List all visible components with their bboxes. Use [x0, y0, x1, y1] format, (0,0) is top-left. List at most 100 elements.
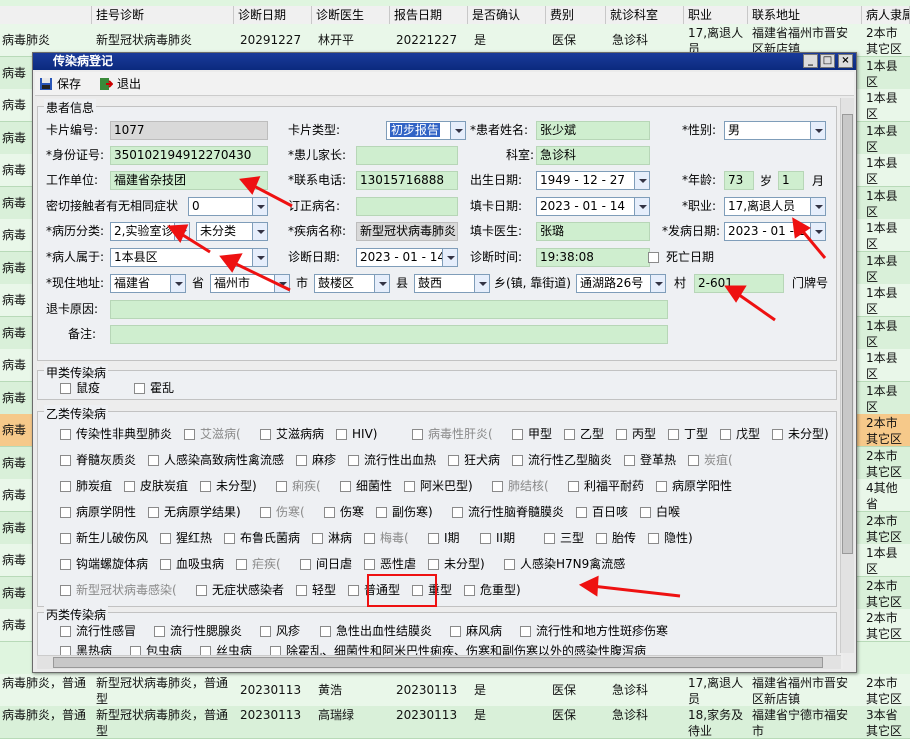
disease-checkbox[interactable] — [364, 559, 375, 570]
disease-checkbox[interactable] — [160, 533, 171, 544]
disease-checkbox[interactable] — [412, 429, 423, 440]
disease-checkbox[interactable] — [480, 533, 491, 544]
disease-checkbox[interactable] — [348, 455, 359, 466]
disease-checkbox[interactable] — [564, 429, 575, 440]
disease-checkbox[interactable] — [648, 533, 659, 544]
plague-checkbox[interactable] — [60, 383, 71, 394]
diag-time-field[interactable]: 19:38:08 — [536, 248, 650, 267]
diag-date-picker[interactable]: 2023 - 01 - 14 — [356, 248, 458, 267]
disease-checkbox[interactable] — [196, 585, 207, 596]
disease-checkbox[interactable] — [312, 533, 323, 544]
phone-field[interactable]: 13015716888 — [356, 171, 458, 190]
maximize-button[interactable]: □ — [820, 54, 835, 68]
grid-header-diag[interactable]: 挂号诊断 — [92, 6, 234, 24]
horizontal-scrollbar[interactable] — [37, 655, 841, 669]
grid-header-report[interactable]: 报告日期 — [390, 6, 468, 24]
disease-checkbox[interactable] — [668, 429, 679, 440]
disease-checkbox[interactable] — [336, 429, 347, 440]
sex-select[interactable]: 男 — [724, 121, 826, 140]
table-row[interactable]: 病毒肺炎，普通 新型冠状病毒肺炎，普通型 20230113 高瑞绿 202301… — [0, 706, 910, 739]
disease-checkbox[interactable] — [148, 455, 159, 466]
disease-checkbox[interactable] — [624, 455, 635, 466]
disease-checkbox[interactable] — [576, 507, 587, 518]
table-row[interactable]: 病毒肺炎，普通 新型冠状病毒肺炎，普通型 20230113 黄浩 2023011… — [0, 674, 910, 707]
disease-checkbox[interactable] — [200, 481, 211, 492]
case-class2-select[interactable]: 未分类 — [196, 222, 268, 241]
close-button[interactable]: × — [838, 54, 853, 68]
disease-checkbox[interactable] — [60, 585, 71, 596]
disease-checkbox[interactable] — [450, 626, 461, 637]
cholera-checkbox[interactable] — [134, 383, 145, 394]
disease-checkbox[interactable] — [504, 559, 515, 570]
disease-checkbox[interactable] — [60, 429, 71, 440]
exit-button[interactable]: 退出 — [97, 75, 141, 93]
disease-checkbox[interactable] — [320, 626, 331, 637]
age-months-field[interactable]: 1 — [778, 171, 804, 190]
disease-checkbox[interactable] — [60, 481, 71, 492]
disease-checkbox[interactable] — [720, 429, 731, 440]
disease-checkbox[interactable] — [60, 559, 71, 570]
grid-header-date[interactable]: 诊断日期 — [234, 6, 312, 24]
disease-checkbox[interactable] — [412, 585, 423, 596]
disease-checkbox[interactable] — [656, 481, 667, 492]
grid-header-doctor[interactable]: 诊断医生 — [312, 6, 390, 24]
disease-checkbox[interactable] — [260, 626, 271, 637]
village-select[interactable]: 通湖路26号 — [576, 274, 666, 293]
job-select[interactable]: 17,离退人员 — [724, 197, 826, 216]
disease-checkbox[interactable] — [452, 507, 463, 518]
vertical-scrollbar[interactable] — [840, 98, 854, 653]
disease-checkbox[interactable] — [520, 626, 531, 637]
disease-checkbox[interactable] — [616, 429, 627, 440]
disease-checkbox[interactable] — [348, 585, 359, 596]
disease-checkbox[interactable] — [148, 507, 159, 518]
onset-date-picker[interactable]: 2023 - 01 - 1 — [724, 222, 826, 241]
city-select[interactable]: 福州市 — [210, 274, 290, 293]
disease-checkbox[interactable] — [154, 626, 165, 637]
birth-date-picker[interactable]: 1949 - 12 - 27 — [536, 171, 650, 190]
work-field[interactable]: 福建省杂技团 — [110, 171, 268, 190]
disease-checkbox[interactable] — [772, 429, 783, 440]
scroll-thumb[interactable] — [842, 114, 853, 554]
dialog-titlebar[interactable]: 传染病登记 _ □ × — [33, 53, 856, 70]
scroll-thumb-h[interactable] — [53, 657, 823, 668]
disease-checkbox[interactable] — [364, 533, 375, 544]
disease-checkbox[interactable] — [184, 429, 195, 440]
disease-checkbox[interactable] — [324, 507, 335, 518]
disease-checkbox[interactable] — [60, 507, 71, 518]
case-class-select[interactable]: 2,实验室诊 — [110, 222, 190, 241]
disease-checkbox[interactable] — [296, 455, 307, 466]
grid-header-fee[interactable]: 费别 — [546, 6, 606, 24]
district-select[interactable]: 鼓楼区 — [314, 274, 390, 293]
disease-checkbox[interactable] — [260, 507, 271, 518]
grid-header-confirm[interactable]: 是否确认 — [468, 6, 546, 24]
disease-checkbox[interactable] — [544, 533, 555, 544]
disease-checkbox[interactable] — [464, 585, 475, 596]
disease-checkbox[interactable] — [492, 481, 503, 492]
disease-checkbox[interactable] — [296, 585, 307, 596]
contact-select[interactable]: 0 — [188, 197, 268, 216]
disease-checkbox[interactable] — [428, 533, 439, 544]
disease-checkbox[interactable] — [404, 481, 415, 492]
grid-header-belong[interactable]: 病人隶属 — [862, 6, 910, 24]
disease-checkbox[interactable] — [236, 559, 247, 570]
disease-checkbox[interactable] — [60, 455, 71, 466]
grid-header-dept[interactable]: 就诊科室 — [606, 6, 684, 24]
disease-checkbox[interactable] — [124, 481, 135, 492]
dept-field[interactable]: 急诊科 — [536, 146, 650, 165]
grid-header-job[interactable]: 职业 — [684, 6, 748, 24]
disease-checkbox[interactable] — [260, 429, 271, 440]
disease-checkbox[interactable] — [60, 626, 71, 637]
disease-checkbox[interactable] — [300, 559, 311, 570]
belong-select[interactable]: 1本县区 — [110, 248, 268, 267]
house-field[interactable]: 2-601 — [694, 274, 784, 293]
disease-checkbox[interactable] — [224, 533, 235, 544]
disease-checkbox[interactable] — [160, 559, 171, 570]
disease-checkbox[interactable] — [60, 533, 71, 544]
fill-date-picker[interactable]: 2023 - 01 - 14 — [536, 197, 650, 216]
patient-name-field[interactable]: 张少斌 — [536, 121, 650, 140]
save-button[interactable]: 保存 — [37, 75, 81, 93]
revised-field[interactable] — [356, 197, 458, 216]
disease-checkbox[interactable] — [376, 507, 387, 518]
age-years-field[interactable]: 73 — [724, 171, 754, 190]
disease-checkbox[interactable] — [276, 481, 287, 492]
